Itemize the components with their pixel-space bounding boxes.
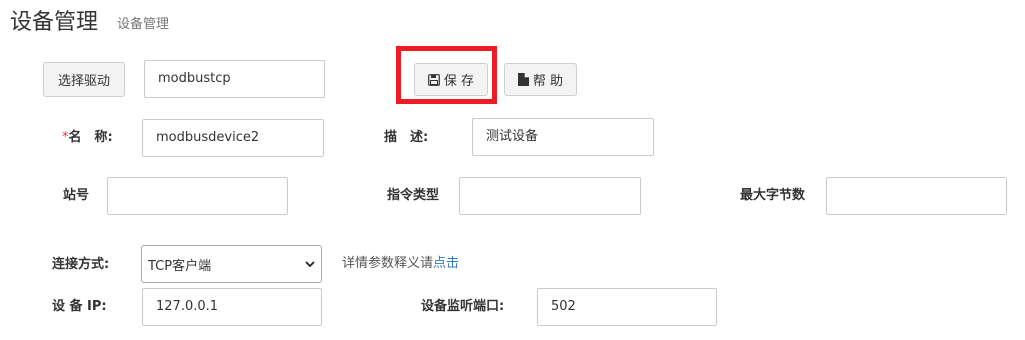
page-subtitle: 设备管理: [117, 17, 170, 32]
help-note: 详情参数释义请点击: [342, 255, 459, 273]
device-ip-label: 设 备 IP:: [52, 299, 107, 314]
station-label: 站号: [63, 188, 90, 203]
help-note-text: 详情参数释义请: [342, 256, 434, 271]
max-bytes-field[interactable]: [826, 177, 1007, 215]
command-type-field[interactable]: [459, 177, 641, 215]
description-field[interactable]: 测试设备: [472, 118, 654, 156]
description-label: 描 述:: [384, 130, 429, 145]
connection-label: 连接方式:: [52, 257, 110, 272]
select-driver-button[interactable]: 选择驱动: [43, 62, 125, 97]
listen-port-label: 设备监听端口:: [421, 299, 505, 314]
select-driver-label: 选择驱动: [57, 74, 110, 89]
name-label: *名 称:: [62, 129, 113, 147]
command-type-label: 指令类型: [387, 188, 440, 203]
connection-select[interactable]: TCP客户端: [141, 245, 322, 283]
device-name-value: modbusdevice2: [156, 130, 260, 145]
help-note-link[interactable]: 点击: [433, 256, 459, 271]
page-title: 设备管理: [10, 10, 99, 35]
help-button[interactable]: 帮 助: [504, 63, 577, 96]
file-icon: [517, 73, 529, 86]
description-value: 测试设备: [486, 129, 539, 144]
chevron-down-icon: [305, 260, 315, 268]
save-highlight-box: [396, 46, 497, 104]
driver-value: modbustcp: [158, 71, 231, 86]
name-label-text: 名 称:: [68, 130, 113, 145]
max-bytes-label: 最大字节数: [740, 188, 806, 203]
device-ip-value: 127.0.0.1: [156, 299, 219, 314]
help-label: 帮 助: [532, 74, 564, 89]
driver-field[interactable]: modbustcp: [144, 60, 325, 98]
listen-port-value: 502: [551, 299, 576, 314]
connection-selected: TCP客户端: [148, 258, 212, 274]
station-field[interactable]: [107, 177, 288, 215]
device-name-field[interactable]: modbusdevice2: [142, 119, 324, 157]
listen-port-field[interactable]: 502: [537, 288, 717, 326]
device-ip-field[interactable]: 127.0.0.1: [142, 288, 322, 326]
